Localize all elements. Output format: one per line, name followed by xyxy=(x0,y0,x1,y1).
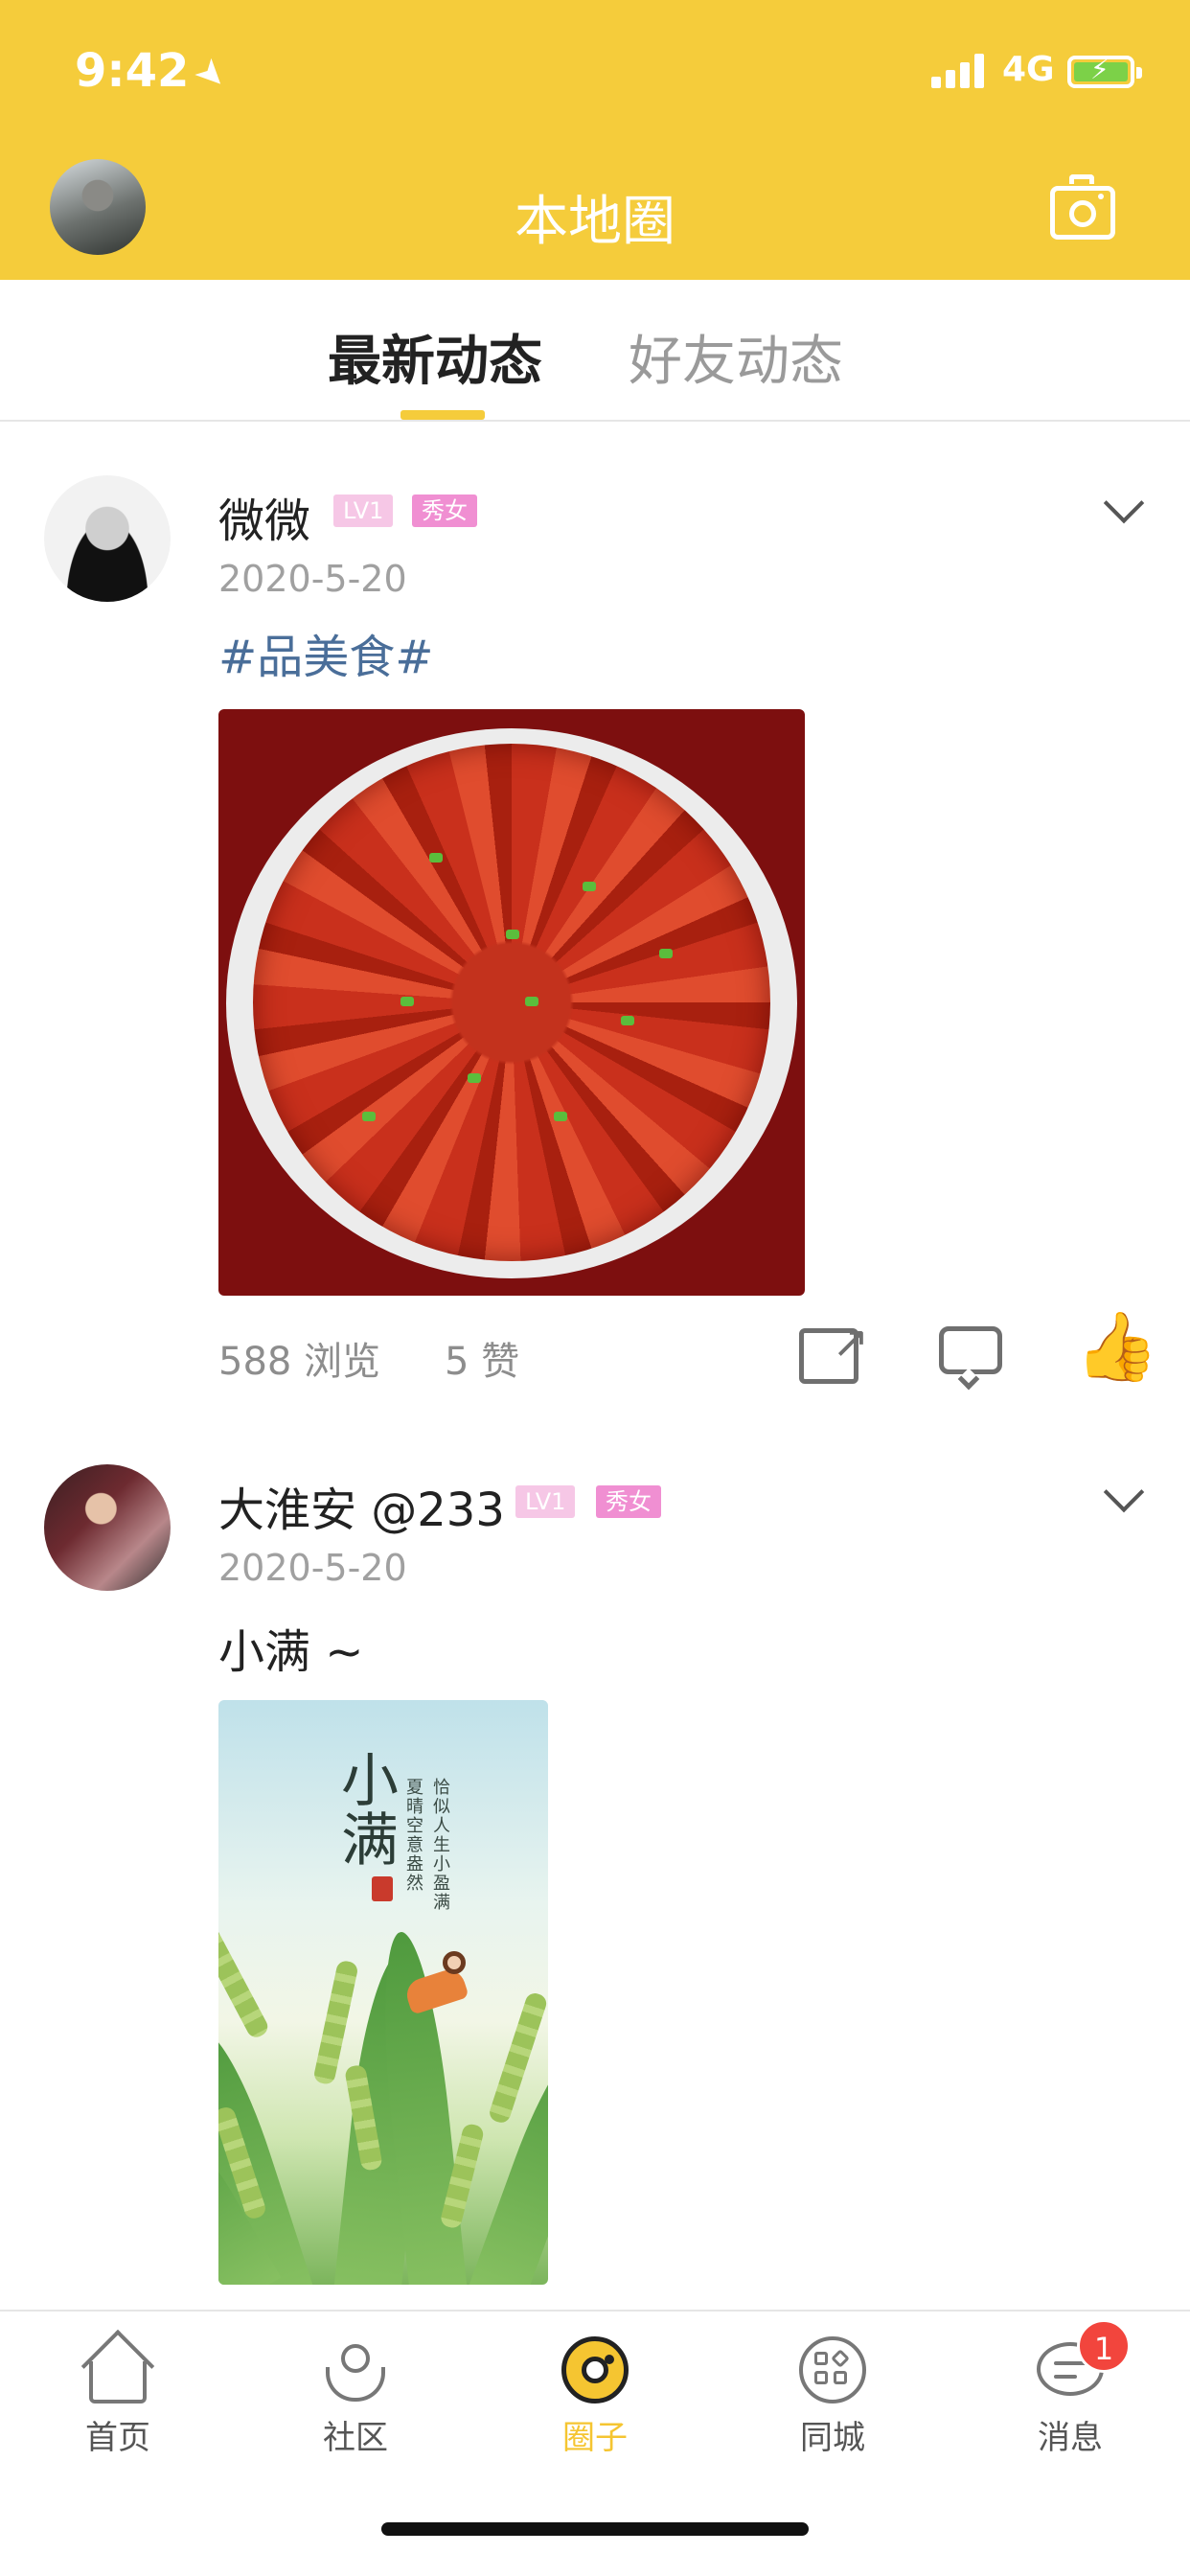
notification-badge: 1 xyxy=(1077,2319,1131,2373)
poster-title: 小满 xyxy=(341,1748,399,1874)
like-count: 5 赞 xyxy=(445,1340,520,1384)
poster-line-2: 夏晴空意盎然 xyxy=(406,1778,423,1894)
page-title: 本地圈 xyxy=(515,191,675,253)
tabbar-item-circle[interactable]: 圈子 xyxy=(523,2334,667,2458)
status-time: 9:42➤ xyxy=(75,44,239,100)
message-icon: 1 xyxy=(1035,2319,1131,2405)
home-icon xyxy=(80,2329,155,2405)
chevron-down-icon[interactable] xyxy=(1103,1471,1145,1513)
post-date: 2020-5-20 xyxy=(218,558,407,600)
level-badge: LV1 xyxy=(333,494,394,527)
tabbar-item-home[interactable]: 首页 xyxy=(46,2329,190,2458)
poster-line-1: 恰似人生小盈满 xyxy=(433,1778,450,1913)
tabbar-item-community[interactable]: 社区 xyxy=(284,2334,427,2458)
thumbs-up-icon[interactable]: 👍 xyxy=(1075,1313,1158,1380)
circle-icon xyxy=(560,2334,630,2405)
post-date: 2020-5-20 xyxy=(218,1547,407,1589)
community-icon xyxy=(320,2334,391,2405)
author-avatar[interactable] xyxy=(44,1464,171,1591)
author-name[interactable]: 微微 xyxy=(218,483,310,550)
level-badge: LV1 xyxy=(515,1485,576,1518)
post-image-poster[interactable]: 小满 恰似人生小盈满 夏晴空意盎然 xyxy=(218,1700,548,2285)
home-indicator[interactable] xyxy=(381,2522,809,2536)
post-hashtag[interactable]: #品美食# xyxy=(218,619,433,686)
tabbar-item-city[interactable]: 同城 xyxy=(761,2334,904,2458)
bottom-tab-bar: 首页 社区 圈子 同城 1 消息 xyxy=(0,2310,1190,2576)
share-icon[interactable]: ↗ xyxy=(799,1316,869,1384)
tabbar-label: 消息 xyxy=(1038,2419,1103,2457)
chevron-down-icon[interactable] xyxy=(1103,482,1145,524)
grid-icon xyxy=(797,2334,868,2405)
network-type: 4G xyxy=(1002,50,1055,89)
poster-seal xyxy=(372,1876,393,1901)
location-arrow-icon: ➤ xyxy=(186,48,239,100)
tag-badge: 秀女 xyxy=(596,1485,661,1518)
tab-latest[interactable]: 最新动态 xyxy=(328,318,542,396)
author-avatar[interactable] xyxy=(44,475,171,602)
post-text: 小满 ~ xyxy=(218,1625,364,1679)
camera-icon[interactable] xyxy=(1050,172,1115,242)
tabbar-label: 同城 xyxy=(800,2419,865,2457)
tabbar-label: 首页 xyxy=(85,2419,150,2457)
tabbar-label: 社区 xyxy=(323,2419,388,2457)
tab-friends[interactable]: 好友动态 xyxy=(629,318,843,396)
view-count: 588 浏览 xyxy=(218,1340,381,1384)
feed-tabs: 最新动态 好友动态 xyxy=(0,280,1190,422)
author-name[interactable]: 大淮安 @233 xyxy=(218,1472,505,1539)
tab-active-indicator xyxy=(400,410,485,420)
tag-badge: 秀女 xyxy=(412,494,477,527)
tabbar-item-messages[interactable]: 1 消息 xyxy=(998,2319,1142,2458)
battery-icon: ⚡ xyxy=(1067,54,1142,88)
app-header: 9:42➤ 4G ⚡ 本地圈 xyxy=(0,0,1190,280)
comment-icon[interactable] xyxy=(939,1326,1002,1391)
tabbar-label: 圈子 xyxy=(562,2419,628,2457)
signal-icon xyxy=(931,54,989,88)
post-image-crawfish[interactable] xyxy=(218,709,805,1296)
